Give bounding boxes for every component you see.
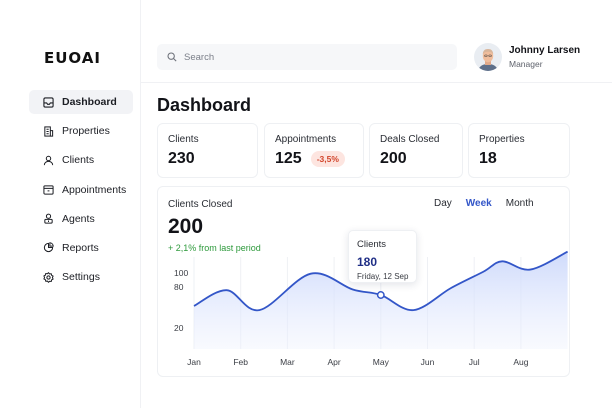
user-role: Manager [509, 59, 543, 69]
user-info: Johnny Larsen Manager [509, 45, 580, 69]
calendar-icon [43, 184, 54, 195]
stat-label: Clients [168, 134, 199, 145]
stat-label: Appointments [275, 134, 337, 145]
x-tick-label: Aug [513, 357, 528, 367]
tooltip-value: 180 [357, 255, 378, 269]
x-tick-label: Jul [469, 357, 480, 367]
sidebar-item-agents[interactable]: Agents [29, 207, 133, 231]
stat-card-properties[interactable]: Properties 18 [468, 123, 570, 178]
x-tick-label: May [373, 357, 390, 367]
y-tick-label: 20 [174, 323, 184, 333]
tooltip-date: Friday, 12 Sep [357, 272, 409, 281]
stat-label: Deals Closed [380, 134, 440, 145]
sidebar-item-reports[interactable]: Reports [29, 236, 133, 260]
sidebar-item-dashboard[interactable]: Dashboard [29, 90, 133, 114]
chart-title: Clients Closed [168, 199, 233, 210]
page-title: Dashboard [157, 95, 252, 115]
brand-logo[interactable]: EUOAI [44, 49, 101, 67]
agent-icon [43, 213, 54, 224]
tooltip-label: Clients [357, 239, 387, 250]
sidebar-item-settings[interactable]: Settings [29, 265, 133, 289]
clients-closed-card: 20 80 100 Jan Feb Mar Apr May Jun Jul Aug Clients … [157, 186, 570, 377]
sidebar-item-properties[interactable]: Properties [29, 119, 133, 143]
period-week[interactable]: Week [466, 198, 492, 209]
sidebar-item-clients[interactable]: Clients [29, 148, 133, 172]
top-bar: Johnny Larsen Manager [141, 0, 612, 83]
sidebar-item-label: Properties [62, 125, 110, 138]
stat-label: Properties [479, 134, 525, 145]
avatar[interactable] [474, 43, 502, 71]
stat-card-deals-closed[interactable]: Deals Closed 200 [369, 123, 463, 178]
sidebar-item-label: Reports [62, 241, 99, 254]
y-tick-label: 100 [174, 268, 188, 278]
chart-tooltip: Clients 180 Friday, 12 Sep [348, 230, 417, 283]
stat-value: 18 [479, 150, 497, 167]
gear-icon [43, 271, 54, 283]
search-box[interactable] [157, 44, 457, 70]
sidebar-item-label: Appointments [62, 183, 127, 196]
user-icon [43, 155, 54, 166]
period-month[interactable]: Month [506, 198, 534, 209]
sidebar-item-label: Clients [62, 154, 95, 167]
stat-card-clients[interactable]: Clients 230 [157, 123, 258, 178]
highlight-point[interactable] [376, 291, 385, 299]
user-profile[interactable]: Johnny Larsen Manager [474, 43, 580, 71]
sidebar-nav: Dashboard Properties Clients Appointment… [29, 90, 133, 294]
chart-change: + 2,1% from last period [168, 243, 261, 253]
building-icon [43, 126, 54, 137]
x-tick-label: Jan [187, 357, 201, 367]
x-tick-label: Jun [421, 357, 435, 367]
sidebar-item-label: Settings [62, 271, 100, 284]
period-selector: Day Week Month [434, 198, 548, 209]
stat-card-appointments[interactable]: Appointments 125 -3,5% [264, 123, 364, 178]
sidebar-item-label: Dashboard [62, 96, 117, 108]
pie-chart-icon [43, 242, 54, 253]
stat-value: 230 [168, 150, 195, 167]
sidebar: EUOAI Dashboard Properties Clients Appoi… [0, 0, 141, 408]
y-tick-label: 80 [174, 282, 184, 292]
sidebar-item-appointments[interactable]: Appointments [29, 178, 133, 202]
search-icon [167, 52, 177, 62]
chart-value: 200 [168, 215, 204, 238]
search-input[interactable] [184, 51, 434, 63]
x-tick-label: Mar [280, 357, 295, 367]
dashboard-icon [43, 96, 54, 108]
change-badge: -3,5% [310, 151, 345, 167]
x-tick-label: Apr [327, 357, 340, 367]
sidebar-item-label: Agents [62, 212, 95, 225]
period-day[interactable]: Day [434, 198, 452, 209]
stat-value: 200 [380, 150, 407, 167]
stat-value: 125 [275, 150, 302, 167]
x-tick-label: Feb [233, 357, 248, 367]
user-name: Johnny Larsen [509, 45, 581, 56]
